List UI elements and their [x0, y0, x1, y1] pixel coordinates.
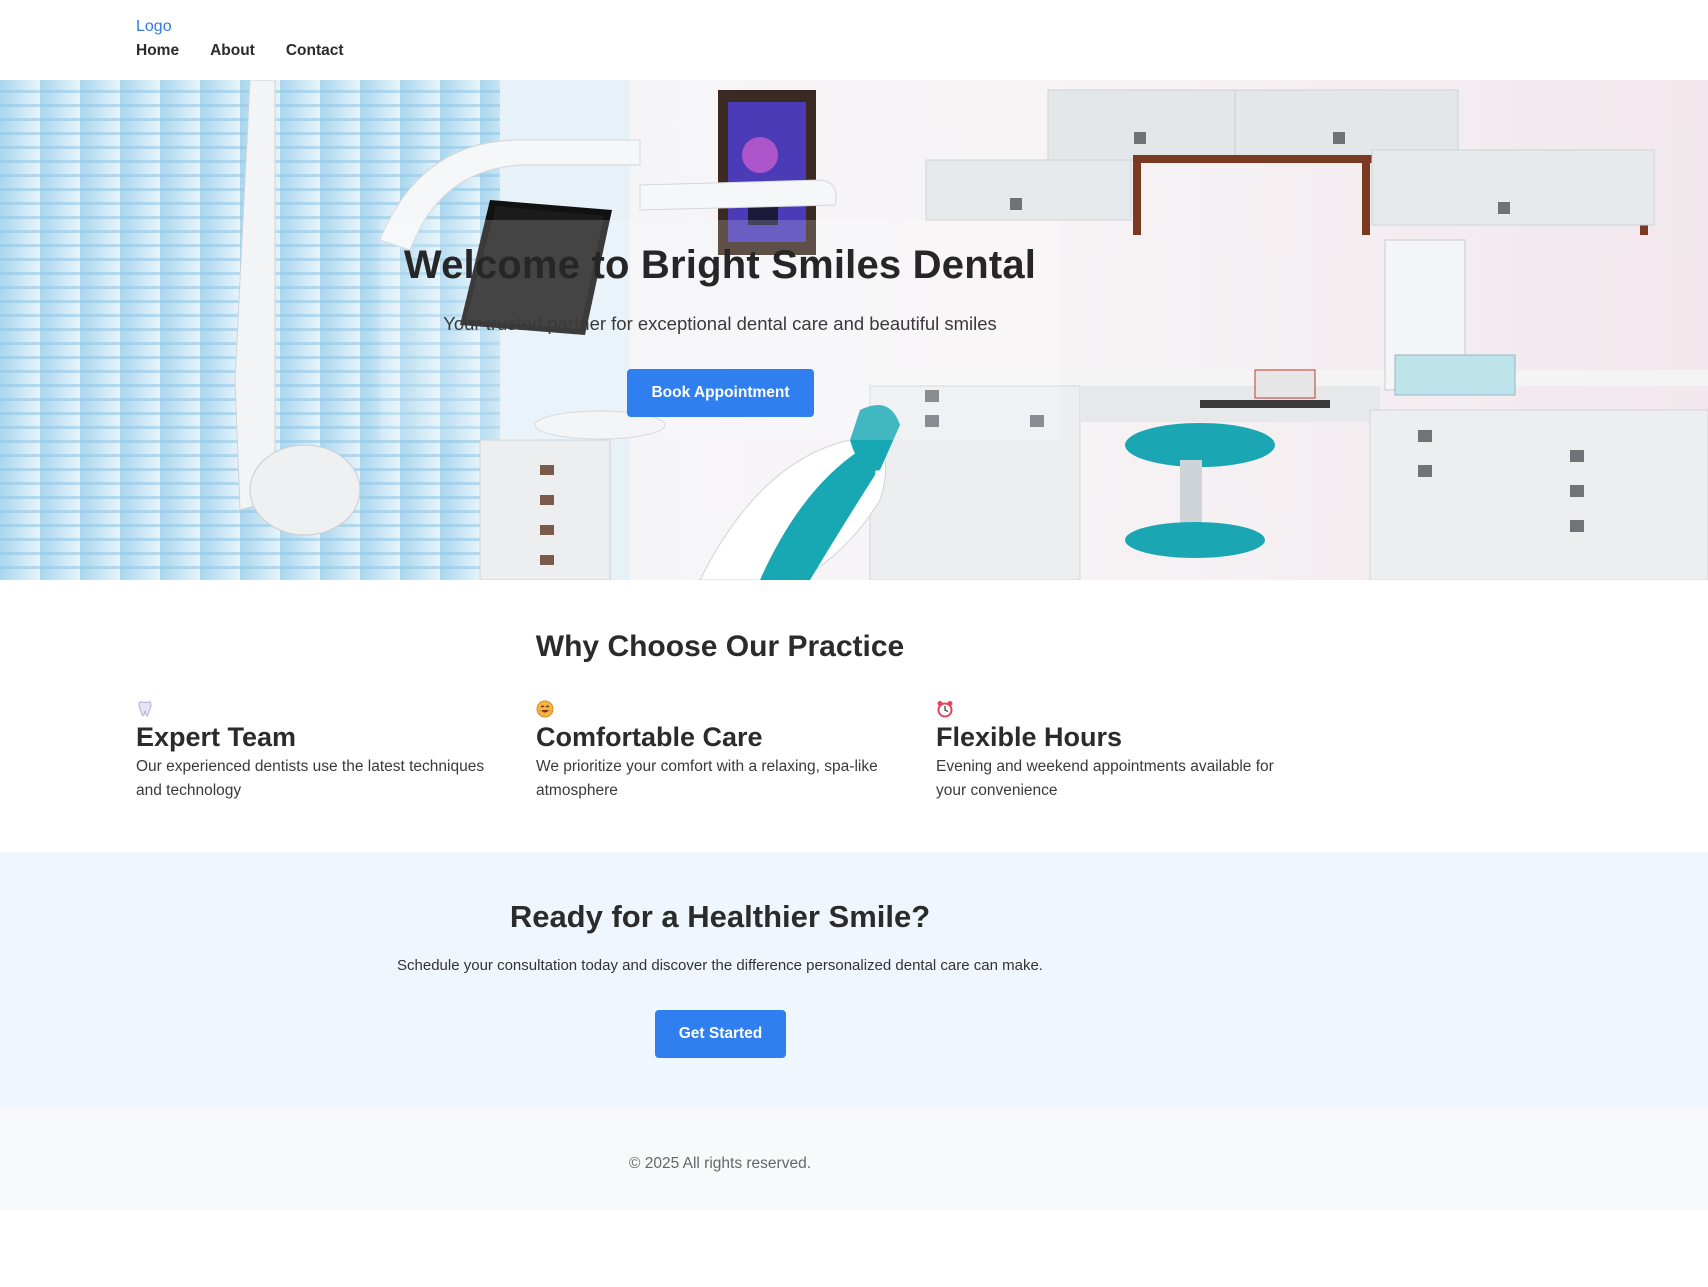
nav-contact[interactable]: Contact [286, 42, 344, 60]
feature-title: Comfortable Care [536, 722, 763, 752]
features-section: Why Choose Our Practice Expert Team Our … [0, 580, 1708, 852]
smile-icon [536, 700, 554, 718]
feature-card-expert-team: Expert Team Our experienced dentists use… [136, 700, 506, 803]
nav-home[interactable]: Home [136, 42, 179, 60]
cta-heading: Ready for a Healthier Smile? [509, 899, 931, 934]
main-nav: Home About Contact [136, 42, 344, 60]
site-footer: © 2025 All rights reserved. [0, 1107, 1708, 1210]
nav-about[interactable]: About [210, 42, 255, 60]
feature-card-comfortable-care: Comfortable Care We prioritize your comf… [536, 700, 906, 803]
get-started-button[interactable]: Get Started [655, 1010, 786, 1058]
cta-section: Ready for a Healthier Smile? Schedule yo… [0, 852, 1708, 1107]
hero-content: Welcome to Bright Smiles Dental Your tru… [0, 80, 1440, 580]
features-heading: Why Choose Our Practice [535, 630, 905, 663]
copyright-text: © 2025 All rights reserved. [628, 1155, 811, 1172]
feature-card-flexible-hours: Flexible Hours Evening and weekend appoi… [936, 700, 1306, 803]
hero-title: Welcome to Bright Smiles Dental [403, 243, 1037, 287]
feature-title: Flexible Hours [936, 722, 1123, 752]
alarm-clock-icon [937, 701, 953, 718]
site-header: Logo Home About Contact [0, 0, 1708, 80]
feature-text: We prioritize your comfort with a relaxi… [536, 758, 878, 799]
hero-section: Welcome to Bright Smiles Dental Your tru… [0, 80, 1708, 580]
cta-text: Schedule your consultation today and dis… [397, 957, 1043, 974]
feature-title: Expert Team [136, 722, 297, 752]
feature-text: Evening and weekend appointments availab… [936, 758, 1274, 799]
feature-text: Our experienced dentists use the latest … [136, 758, 485, 799]
hero-subtitle: Your trusted partner for exceptional den… [443, 313, 997, 334]
logo-link[interactable]: Logo [136, 18, 172, 36]
tooth-icon [138, 701, 152, 717]
book-appointment-button[interactable]: Book Appointment [627, 369, 814, 417]
